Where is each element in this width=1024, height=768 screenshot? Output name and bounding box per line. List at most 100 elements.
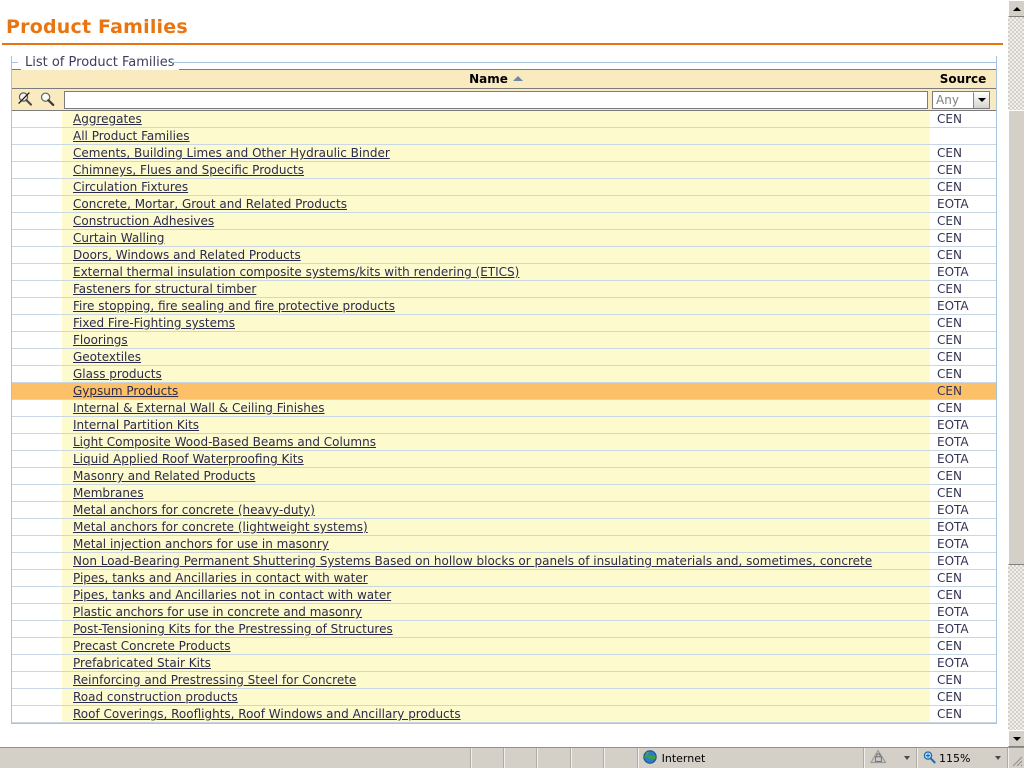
resize-grip[interactable] [1008, 748, 1024, 768]
product-family-link[interactable]: Internal Partition Kits [73, 418, 199, 432]
vertical-scrollbar[interactable] [1007, 0, 1024, 747]
table-row[interactable]: Precast Concrete Products CEN [12, 637, 996, 655]
product-family-link[interactable]: Pipes, tanks and Ancillaries in contact … [73, 571, 368, 585]
row-select-cell[interactable] [12, 688, 62, 706]
table-row[interactable]: Concrete, Mortar, Grout and Related Prod… [12, 195, 996, 213]
product-family-link[interactable]: Pipes, tanks and Ancillaries not in cont… [73, 588, 391, 602]
product-family-link[interactable]: Non Load-Bearing Permanent Shuttering Sy… [73, 554, 872, 568]
product-family-link[interactable]: Gypsum Products [73, 384, 178, 398]
product-family-link[interactable]: Masonry and Related Products [73, 469, 255, 483]
product-family-link[interactable]: External thermal insulation composite sy… [73, 265, 519, 279]
product-family-link[interactable]: Membranes [73, 486, 144, 500]
table-row[interactable]: Fasteners for structural timber CEN [12, 280, 996, 298]
product-family-link[interactable]: Glass products [73, 367, 162, 381]
product-family-link[interactable]: Fasteners for structural timber [73, 282, 256, 296]
table-row[interactable]: Glass products CEN [12, 365, 996, 383]
product-family-link[interactable]: Doors, Windows and Related Products [73, 248, 301, 262]
product-family-link[interactable]: Fixed Fire-Fighting systems [73, 316, 235, 330]
table-row[interactable]: Fixed Fire-Fighting systems CEN [12, 314, 996, 332]
name-filter-input[interactable] [64, 90, 928, 109]
product-family-link[interactable]: Reinforcing and Prestressing Steel for C… [73, 673, 356, 687]
product-family-link[interactable]: Floorings [73, 333, 128, 347]
table-row[interactable]: Masonry and Related Products CEN [12, 467, 996, 485]
table-row[interactable]: Pipes, tanks and Ancillaries in contact … [12, 569, 996, 587]
row-select-cell[interactable] [12, 212, 62, 230]
table-row[interactable]: Construction Adhesives CEN [12, 212, 996, 230]
row-select-cell[interactable] [12, 586, 62, 604]
name-column-header[interactable]: Name [62, 69, 930, 89]
row-select-cell[interactable] [12, 552, 62, 570]
product-family-link[interactable]: Chimneys, Flues and Specific Products [73, 163, 304, 177]
product-family-link[interactable]: Construction Adhesives [73, 214, 214, 228]
row-select-cell[interactable] [12, 280, 62, 298]
search-icon[interactable] [38, 90, 57, 109]
row-select-cell[interactable] [12, 450, 62, 468]
table-row[interactable]: Internal Partition Kits EOTA [12, 416, 996, 434]
table-row[interactable]: Geotextiles CEN [12, 348, 996, 366]
product-family-link[interactable]: Liquid Applied Roof Waterproofing Kits [73, 452, 304, 466]
row-select-cell[interactable] [12, 637, 62, 655]
table-row[interactable]: Metal injection anchors for use in mason… [12, 535, 996, 553]
table-row[interactable]: Membranes CEN [12, 484, 996, 502]
table-row[interactable]: Fire stopping, fire sealing and fire pro… [12, 297, 996, 315]
row-select-cell[interactable] [12, 603, 62, 621]
table-row[interactable]: Metal anchors for concrete (lightweight … [12, 518, 996, 536]
row-select-cell[interactable] [12, 705, 62, 723]
product-family-link[interactable]: Metal anchors for concrete (lightweight … [73, 520, 368, 534]
row-select-cell[interactable] [12, 416, 62, 434]
zoom-magnifier-icon[interactable] [922, 750, 936, 767]
chevron-down-icon[interactable] [973, 91, 989, 108]
row-select-cell[interactable] [12, 569, 62, 587]
row-select-cell[interactable] [12, 229, 62, 247]
product-family-link[interactable]: Cements, Building Limes and Other Hydrau… [73, 146, 390, 160]
protected-mode-chevron-down-icon[interactable] [903, 756, 910, 760]
scroll-thumb[interactable] [1008, 110, 1024, 565]
source-filter-select[interactable]: Any [932, 90, 990, 109]
product-family-link[interactable]: Curtain Walling [73, 231, 164, 245]
product-family-link[interactable]: Geotextiles [73, 350, 141, 364]
clear-filter-icon[interactable] [16, 90, 35, 109]
security-zone-pane[interactable]: Internet [637, 748, 864, 768]
row-select-cell[interactable] [12, 382, 62, 400]
table-row[interactable]: Pipes, tanks and Ancillaries not in cont… [12, 586, 996, 604]
product-family-link[interactable]: Road construction products [73, 690, 238, 704]
scrollbar-track[interactable] [1008, 17, 1024, 730]
table-row[interactable]: External thermal insulation composite sy… [12, 263, 996, 281]
product-family-link[interactable]: All Product Families [73, 129, 190, 143]
row-select-cell[interactable] [12, 365, 62, 383]
table-row[interactable]: Aggregates CEN [12, 110, 996, 128]
row-select-cell[interactable] [12, 433, 62, 451]
table-row[interactable]: Non Load-Bearing Permanent Shuttering Sy… [12, 552, 996, 570]
row-select-cell[interactable] [12, 110, 62, 128]
row-select-cell[interactable] [12, 518, 62, 536]
source-column-header[interactable]: Source [930, 69, 996, 89]
table-row[interactable]: Light Composite Wood-Based Beams and Col… [12, 433, 996, 451]
table-row[interactable]: Curtain Walling CEN [12, 229, 996, 247]
row-select-cell[interactable] [12, 178, 62, 196]
table-row[interactable]: Road construction products CEN [12, 688, 996, 706]
product-family-link[interactable]: Concrete, Mortar, Grout and Related Prod… [73, 197, 347, 211]
table-row[interactable]: Doors, Windows and Related Products CEN [12, 246, 996, 264]
row-select-cell[interactable] [12, 297, 62, 315]
row-select-cell[interactable] [12, 654, 62, 672]
table-row[interactable]: Liquid Applied Roof Waterproofing Kits EO… [12, 450, 996, 468]
row-select-cell[interactable] [12, 144, 62, 162]
sort-ascending-icon[interactable] [512, 76, 523, 81]
protected-mode-pane[interactable] [863, 748, 917, 768]
product-family-link[interactable]: Light Composite Wood-Based Beams and Col… [73, 435, 376, 449]
row-select-cell[interactable] [12, 127, 62, 145]
table-row[interactable]: Chimneys, Flues and Specific Products CEN [12, 161, 996, 179]
product-family-link[interactable]: Prefabricated Stair Kits [73, 656, 211, 670]
table-row[interactable]: Gypsum Products CEN [12, 382, 996, 400]
row-select-cell[interactable] [12, 314, 62, 332]
row-select-cell[interactable] [12, 671, 62, 689]
table-row[interactable]: Prefabricated Stair Kits EOTA [12, 654, 996, 672]
table-row[interactable]: Reinforcing and Prestressing Steel for C… [12, 671, 996, 689]
product-family-link[interactable]: Plastic anchors for use in concrete and … [73, 605, 362, 619]
product-family-link[interactable]: Fire stopping, fire sealing and fire pro… [73, 299, 395, 313]
product-family-link[interactable]: Roof Coverings, Rooflights, Roof Windows… [73, 707, 461, 721]
table-row[interactable]: Metal anchors for concrete (heavy-duty) E… [12, 501, 996, 519]
row-select-cell[interactable] [12, 246, 62, 264]
table-row[interactable]: Circulation Fixtures CEN [12, 178, 996, 196]
row-select-cell[interactable] [12, 331, 62, 349]
